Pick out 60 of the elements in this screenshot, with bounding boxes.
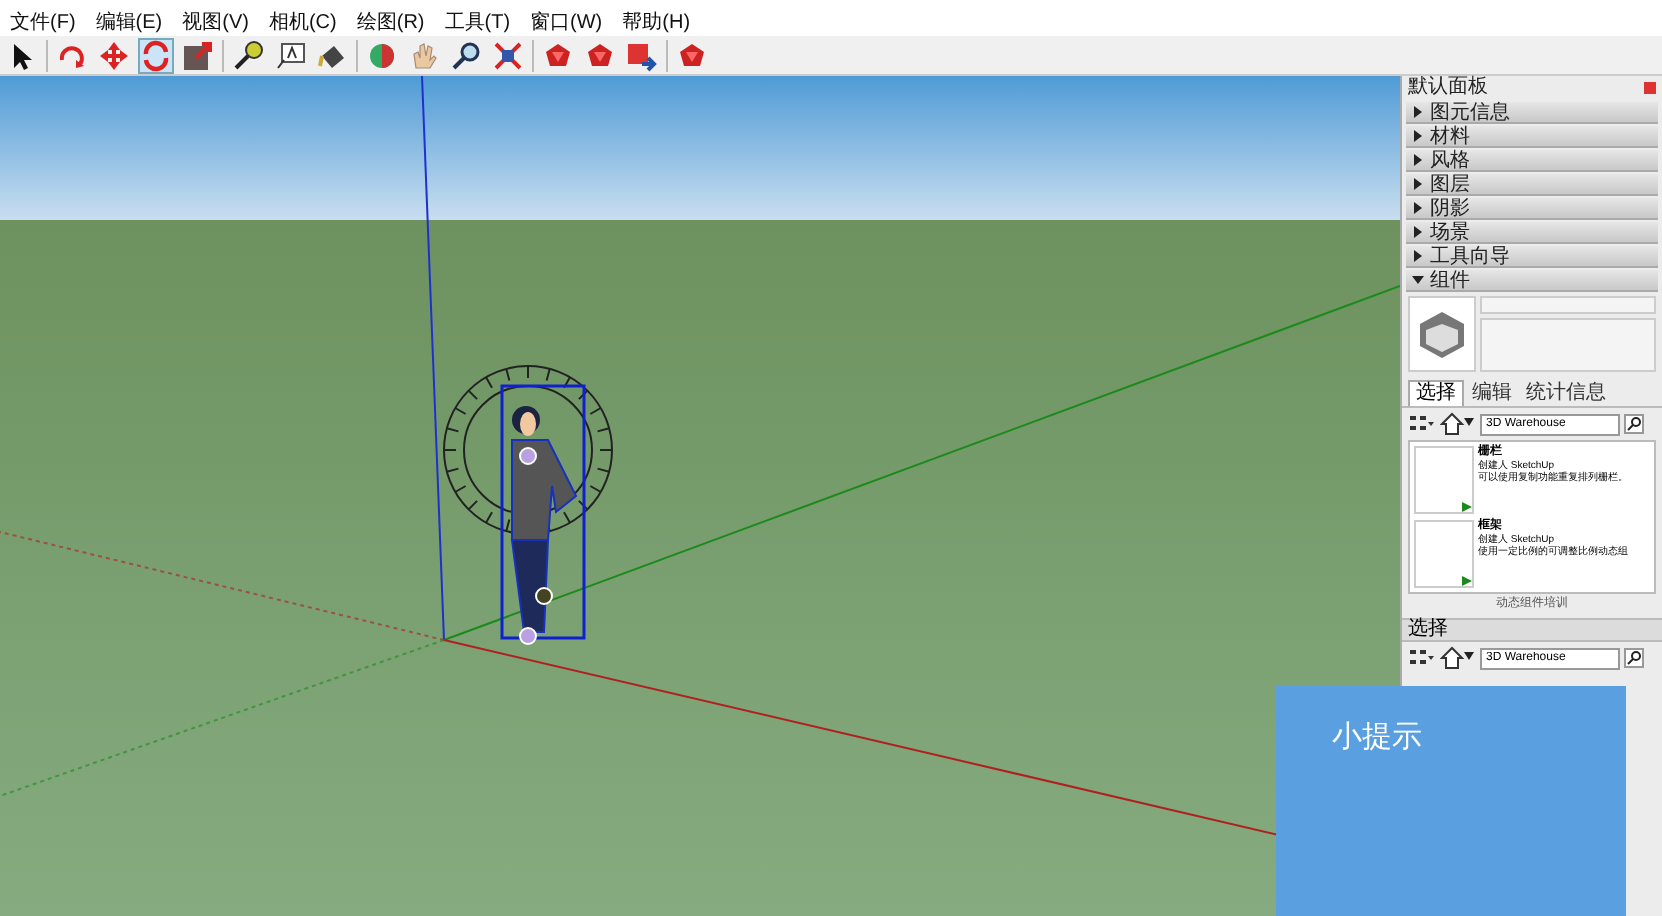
tip-title: 小提示 (1332, 720, 1422, 754)
magnifier-icon (450, 39, 482, 71)
component-thumbnail[interactable] (1414, 446, 1474, 514)
toolbar-button[interactable] (180, 37, 216, 73)
home-icon[interactable] (1440, 412, 1476, 436)
ruby-icon (584, 39, 616, 71)
cross-arrows-icon (492, 39, 524, 71)
menu-item[interactable]: 文件(F) (0, 10, 86, 36)
view-options-icon[interactable] (1408, 648, 1436, 668)
four-arrows-icon (98, 39, 130, 71)
toolbar-button[interactable] (230, 37, 266, 73)
panel-section-header[interactable]: 图层 (1406, 174, 1658, 196)
triangle-down-icon (1412, 274, 1424, 286)
menu-item[interactable]: 帮助(H) (612, 10, 701, 36)
ruby-icon (542, 39, 574, 71)
panel-title: 默认面板 (1408, 76, 1488, 100)
search-icon[interactable] (1624, 414, 1644, 434)
panel-section-header[interactable]: 组件 (1406, 270, 1658, 292)
panel-tab[interactable]: 统计信息 (1520, 382, 1612, 406)
section-label: 组件 (1430, 269, 1470, 291)
search-icon[interactable] (1624, 648, 1644, 668)
panel-section-header[interactable]: 工具向导 (1406, 246, 1658, 268)
view-options-icon[interactable] (1408, 414, 1436, 434)
ruby-icon (676, 39, 708, 71)
panel-section-header[interactable]: 图元信息 (1406, 102, 1658, 124)
section-label: 场景 (1430, 221, 1470, 243)
tape-measure-icon (232, 39, 264, 71)
section-label: 图层 (1430, 173, 1470, 195)
hand-icon (408, 39, 440, 71)
section-label: 风格 (1430, 149, 1470, 171)
section-label: 图元信息 (1430, 101, 1510, 123)
menu-item[interactable]: 工具(T) (434, 10, 521, 36)
panel-section-header[interactable]: 阴影 (1406, 198, 1658, 220)
panel-section-header[interactable]: 材料 (1406, 126, 1658, 148)
menu-item[interactable]: 相机(C) (258, 10, 347, 36)
section-label: 材料 (1430, 125, 1470, 147)
split-orb-icon (366, 39, 398, 71)
panel-tab[interactable]: 选择 (1408, 380, 1464, 406)
menu-item[interactable]: 编辑(E) (85, 10, 173, 36)
play-icon (1462, 576, 1472, 586)
toolbar-button[interactable] (448, 37, 484, 73)
menu-item[interactable]: 窗口(W) (520, 10, 613, 36)
panel-tab[interactable]: 编辑 (1466, 382, 1518, 406)
circular-arrows-icon (140, 39, 172, 71)
toolbar-button[interactable] (490, 37, 526, 73)
component-thumbnail[interactable] (1414, 520, 1474, 588)
panel-section-header[interactable]: 风格 (1406, 150, 1658, 172)
name-field[interactable] (1480, 296, 1656, 314)
section-label: 选择 (1408, 618, 1448, 642)
section-label: 阴影 (1430, 197, 1470, 219)
text-label-icon (274, 39, 306, 71)
scale-box-icon (182, 39, 214, 71)
home-icon[interactable] (1440, 646, 1476, 670)
toolbar-button[interactable] (272, 37, 308, 73)
menu-item[interactable]: 绘图(R) (346, 10, 435, 36)
panel-section-header[interactable]: 场景 (1406, 222, 1658, 244)
section-label: 工具向导 (1430, 245, 1510, 267)
description-field[interactable] (1480, 318, 1656, 372)
menu-item[interactable]: 视图(V) (172, 10, 259, 36)
play-icon (1462, 502, 1472, 512)
